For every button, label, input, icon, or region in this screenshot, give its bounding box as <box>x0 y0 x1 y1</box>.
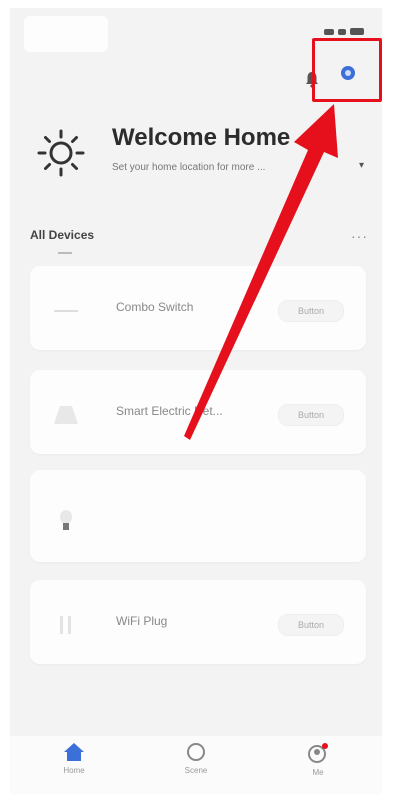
tab-scene[interactable]: Scene <box>156 742 236 790</box>
chevron-down-icon[interactable]: ▾ <box>359 160 364 171</box>
add-device-button[interactable] <box>340 65 356 81</box>
tab-label: Scene <box>184 766 208 775</box>
device-card-smart-electric[interactable]: Smart Electric Ret... Button <box>30 370 366 454</box>
tab-label: Home <box>63 766 85 775</box>
wifi-icon <box>338 28 346 35</box>
device-card-bulb[interactable] <box>30 470 366 562</box>
plug-icon <box>60 616 71 634</box>
device-toggle-button[interactable]: Button <box>278 614 344 636</box>
tab-me[interactable]: Me <box>278 742 358 790</box>
switch-icon <box>54 310 78 312</box>
home-location-subtitle[interactable]: Set your home location for more ... <box>112 162 350 173</box>
device-card-wifi-plug[interactable]: WiFi Plug Button <box>30 580 366 664</box>
status-icons <box>324 28 364 35</box>
device-toggle-button[interactable]: Button <box>278 300 344 322</box>
device-toggle-button[interactable]: Button <box>278 404 344 426</box>
scene-icon <box>187 743 205 761</box>
bulb-icon <box>60 510 72 530</box>
tab-all-devices[interactable]: All Devices <box>30 228 368 242</box>
devices-section-header: All Devices ··· <box>30 228 368 254</box>
me-icon <box>308 743 328 763</box>
welcome-header: Welcome Home Set your home location for … <box>36 120 372 184</box>
status-time <box>24 16 108 52</box>
device-card-combo-switch[interactable]: Combo Switch Button <box>30 266 366 350</box>
lamp-icon <box>54 406 78 424</box>
app-screen: Welcome Home Set your home location for … <box>10 8 382 794</box>
device-name: Smart Electric Ret... <box>116 404 223 418</box>
signal-icon <box>324 28 334 35</box>
battery-icon <box>350 28 364 35</box>
bottom-tab-bar: Home Scene Me <box>10 736 382 794</box>
home-icon <box>64 743 84 761</box>
more-options-icon[interactable]: ··· <box>351 228 368 244</box>
device-name: Combo Switch <box>116 300 194 314</box>
tab-home[interactable]: Home <box>34 742 114 790</box>
page-title: Welcome Home <box>112 124 291 151</box>
tab-indicator <box>58 252 72 254</box>
tab-label: Me <box>312 768 324 777</box>
weather-sun-icon <box>37 129 85 177</box>
device-name: WiFi Plug <box>116 614 168 628</box>
